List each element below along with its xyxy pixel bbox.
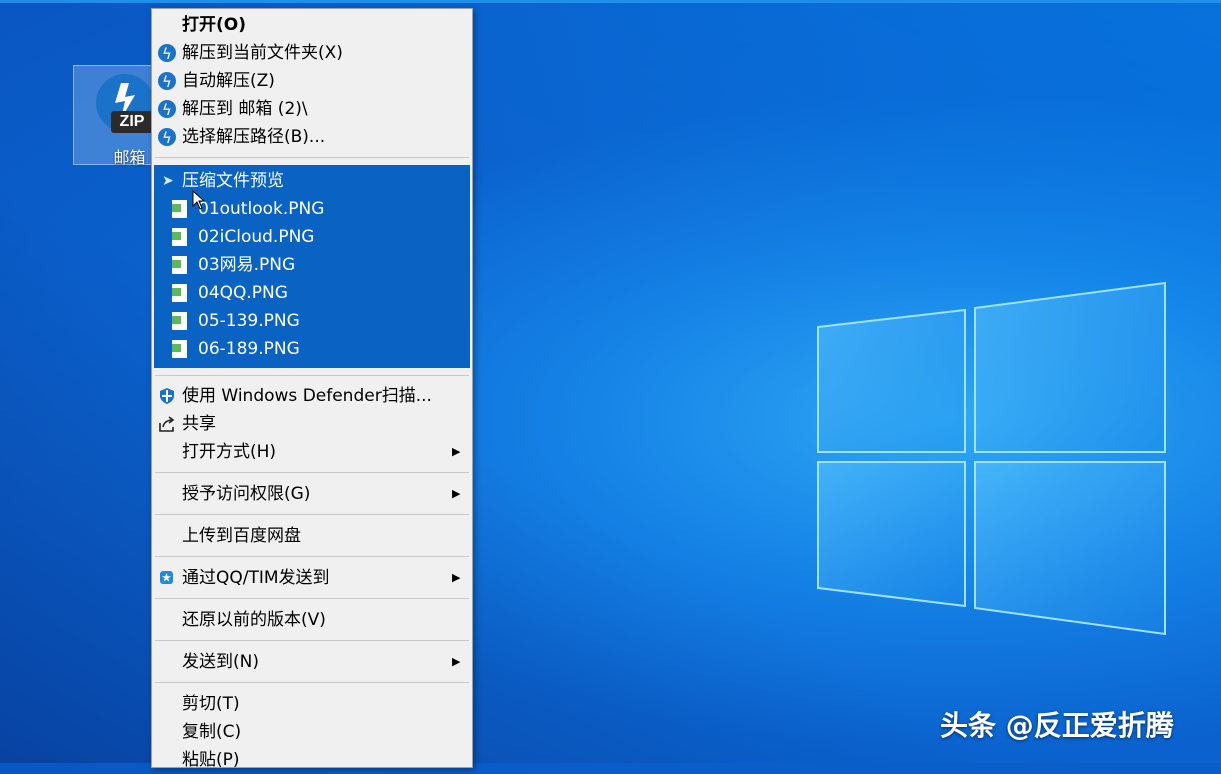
menu-item-upload-baidu[interactable]: 上传到百度网盘: [152, 522, 472, 550]
menu-item-restore-versions[interactable]: 还原以前的版本(V): [152, 606, 472, 634]
menu-separator: [155, 157, 469, 158]
menu-item-auto-extract[interactable]: 自动解压(Z): [152, 67, 472, 96]
bolt-icon: ➤: [162, 173, 174, 189]
png-file-icon: [172, 200, 187, 218]
preview-file-item[interactable]: 03网易.PNG: [154, 251, 470, 279]
menu-item-share[interactable]: 共享: [152, 410, 472, 438]
menu-item-defender-scan[interactable]: 使用 Windows Defender扫描...: [152, 382, 472, 410]
submenu-arrow-icon: ▶: [452, 445, 461, 458]
png-file-icon: [172, 340, 187, 358]
menu-separator: [155, 640, 469, 641]
menu-item-extract-to[interactable]: 解压到 邮箱 (2)\: [152, 95, 472, 124]
defender-shield-icon: [160, 388, 174, 404]
mouse-cursor-icon: [192, 190, 206, 210]
menu-item-open[interactable]: 打开(O): [152, 11, 472, 39]
qq-star-icon: [160, 571, 173, 584]
submenu-arrow-icon: ▶: [452, 571, 461, 584]
submenu-arrow-icon: ▶: [452, 655, 461, 668]
menu-item-copy[interactable]: 复制(C): [152, 718, 472, 746]
menu-separator: [155, 682, 469, 683]
png-file-icon: [172, 256, 187, 274]
menu-item-choose-path[interactable]: 选择解压路径(B)...: [152, 123, 472, 152]
watermark: 头条 @反正爱折腾: [940, 709, 1174, 742]
menu-item-open-with[interactable]: 打开方式(H) ▶: [152, 438, 472, 466]
png-file-icon: [172, 228, 187, 246]
menu-separator: [155, 472, 469, 473]
bandizip-icon: [158, 96, 176, 124]
bandizip-icon: [158, 124, 176, 152]
submenu-arrow-icon: ▶: [452, 487, 461, 500]
png-file-icon: [172, 312, 187, 330]
png-file-icon: [172, 284, 187, 302]
bandizip-icon: [158, 40, 176, 68]
preview-file-item[interactable]: 04QQ.PNG: [154, 279, 470, 307]
preview-file-item[interactable]: 05-139.PNG: [154, 307, 470, 335]
menu-separator: [155, 514, 469, 515]
context-menu: 打开(O) 解压到当前文件夹(X) 自动解压(Z) 解压到 邮箱 (2)\ 选择…: [151, 8, 473, 770]
preview-file-item[interactable]: 02iCloud.PNG: [154, 223, 470, 251]
menu-separator: [155, 375, 469, 376]
menu-separator: [155, 556, 469, 557]
menu-separator: [155, 598, 469, 599]
share-icon: [159, 416, 175, 432]
menu-item-send-qq[interactable]: 通过QQ/TIM发送到 ▶: [152, 564, 472, 592]
menu-item-cut[interactable]: 剪切(T): [152, 690, 472, 718]
preview-file-item[interactable]: 06-189.PNG: [154, 335, 470, 363]
menu-item-paste[interactable]: 粘贴(P): [152, 746, 472, 774]
bandizip-icon: [158, 68, 176, 96]
zip-badge: ZIP: [111, 111, 153, 133]
menu-item-grant-access[interactable]: 授予访问权限(G) ▶: [152, 480, 472, 508]
menu-item-send-to[interactable]: 发送到(N) ▶: [152, 648, 472, 676]
menu-item-extract-here[interactable]: 解压到当前文件夹(X): [152, 39, 472, 68]
